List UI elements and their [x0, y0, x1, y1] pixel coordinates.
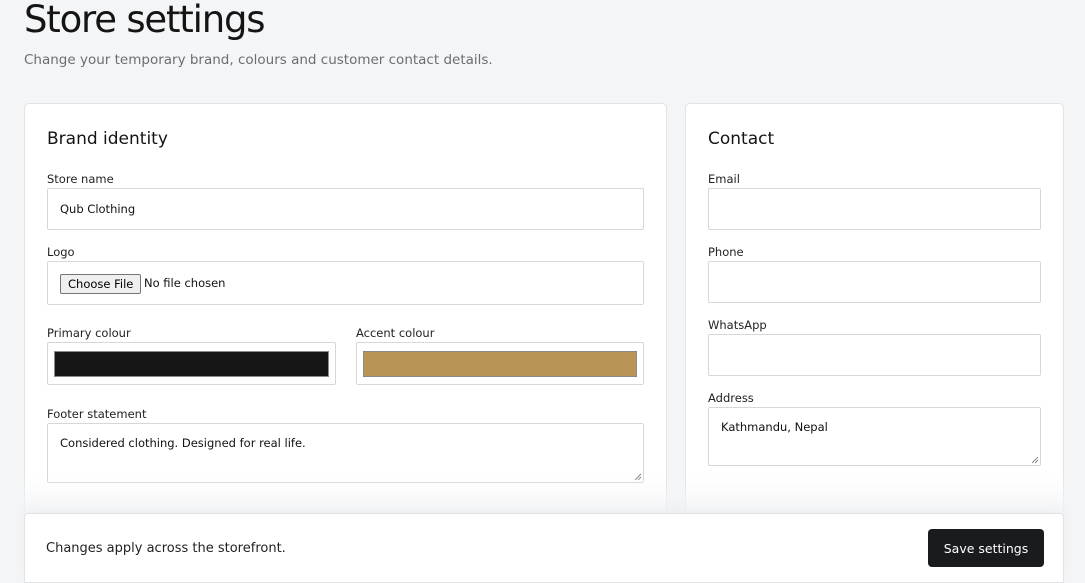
footer-statement-value: Considered clothing. Designed for real l…	[60, 436, 306, 450]
contact-title: Contact	[708, 129, 775, 149]
page-subtitle: Change your temporary brand, colours and…	[24, 52, 493, 68]
footer-statement-textarea[interactable]: Considered clothing. Designed for real l…	[47, 423, 644, 483]
address-label: Address	[708, 391, 754, 405]
primary-colour-swatch	[54, 351, 329, 377]
resize-grip-icon[interactable]	[634, 473, 642, 481]
file-status-text: No file chosen	[144, 276, 226, 290]
save-bar-note: Changes apply across the storefront.	[46, 541, 286, 556]
logo-label: Logo	[47, 245, 75, 259]
whatsapp-label: WhatsApp	[708, 318, 767, 332]
logo-file-input[interactable]: Choose File No file chosen	[47, 261, 644, 305]
accent-colour-label: Accent colour	[356, 326, 435, 340]
phone-field[interactable]	[708, 261, 1041, 303]
save-bar: Changes apply across the storefront. Sav…	[24, 513, 1064, 583]
accent-colour-picker[interactable]	[356, 342, 644, 385]
whatsapp-field[interactable]	[708, 334, 1041, 376]
save-settings-button[interactable]: Save settings	[928, 529, 1044, 567]
primary-colour-label: Primary colour	[47, 326, 131, 340]
page-title: Store settings	[24, 0, 266, 41]
footer-statement-label: Footer statement	[47, 407, 147, 421]
contact-card: Contact Email Phone WhatsApp Address Kat…	[685, 103, 1064, 533]
accent-colour-swatch	[363, 351, 637, 377]
choose-file-button[interactable]: Choose File	[60, 274, 142, 294]
brand-identity-title: Brand identity	[47, 129, 168, 149]
store-name-label: Store name	[47, 172, 114, 186]
address-value: Kathmandu, Nepal	[721, 420, 828, 434]
email-field[interactable]	[708, 188, 1041, 230]
email-label: Email	[708, 172, 740, 186]
store-name-input[interactable]: Qub Clothing	[47, 188, 644, 230]
primary-colour-picker[interactable]	[47, 342, 336, 385]
brand-identity-card: Brand identity Store name Qub Clothing L…	[24, 103, 667, 533]
phone-label: Phone	[708, 245, 744, 259]
resize-grip-icon[interactable]	[1031, 456, 1039, 464]
store-name-value: Qub Clothing	[60, 202, 136, 216]
address-textarea[interactable]: Kathmandu, Nepal	[708, 407, 1041, 466]
